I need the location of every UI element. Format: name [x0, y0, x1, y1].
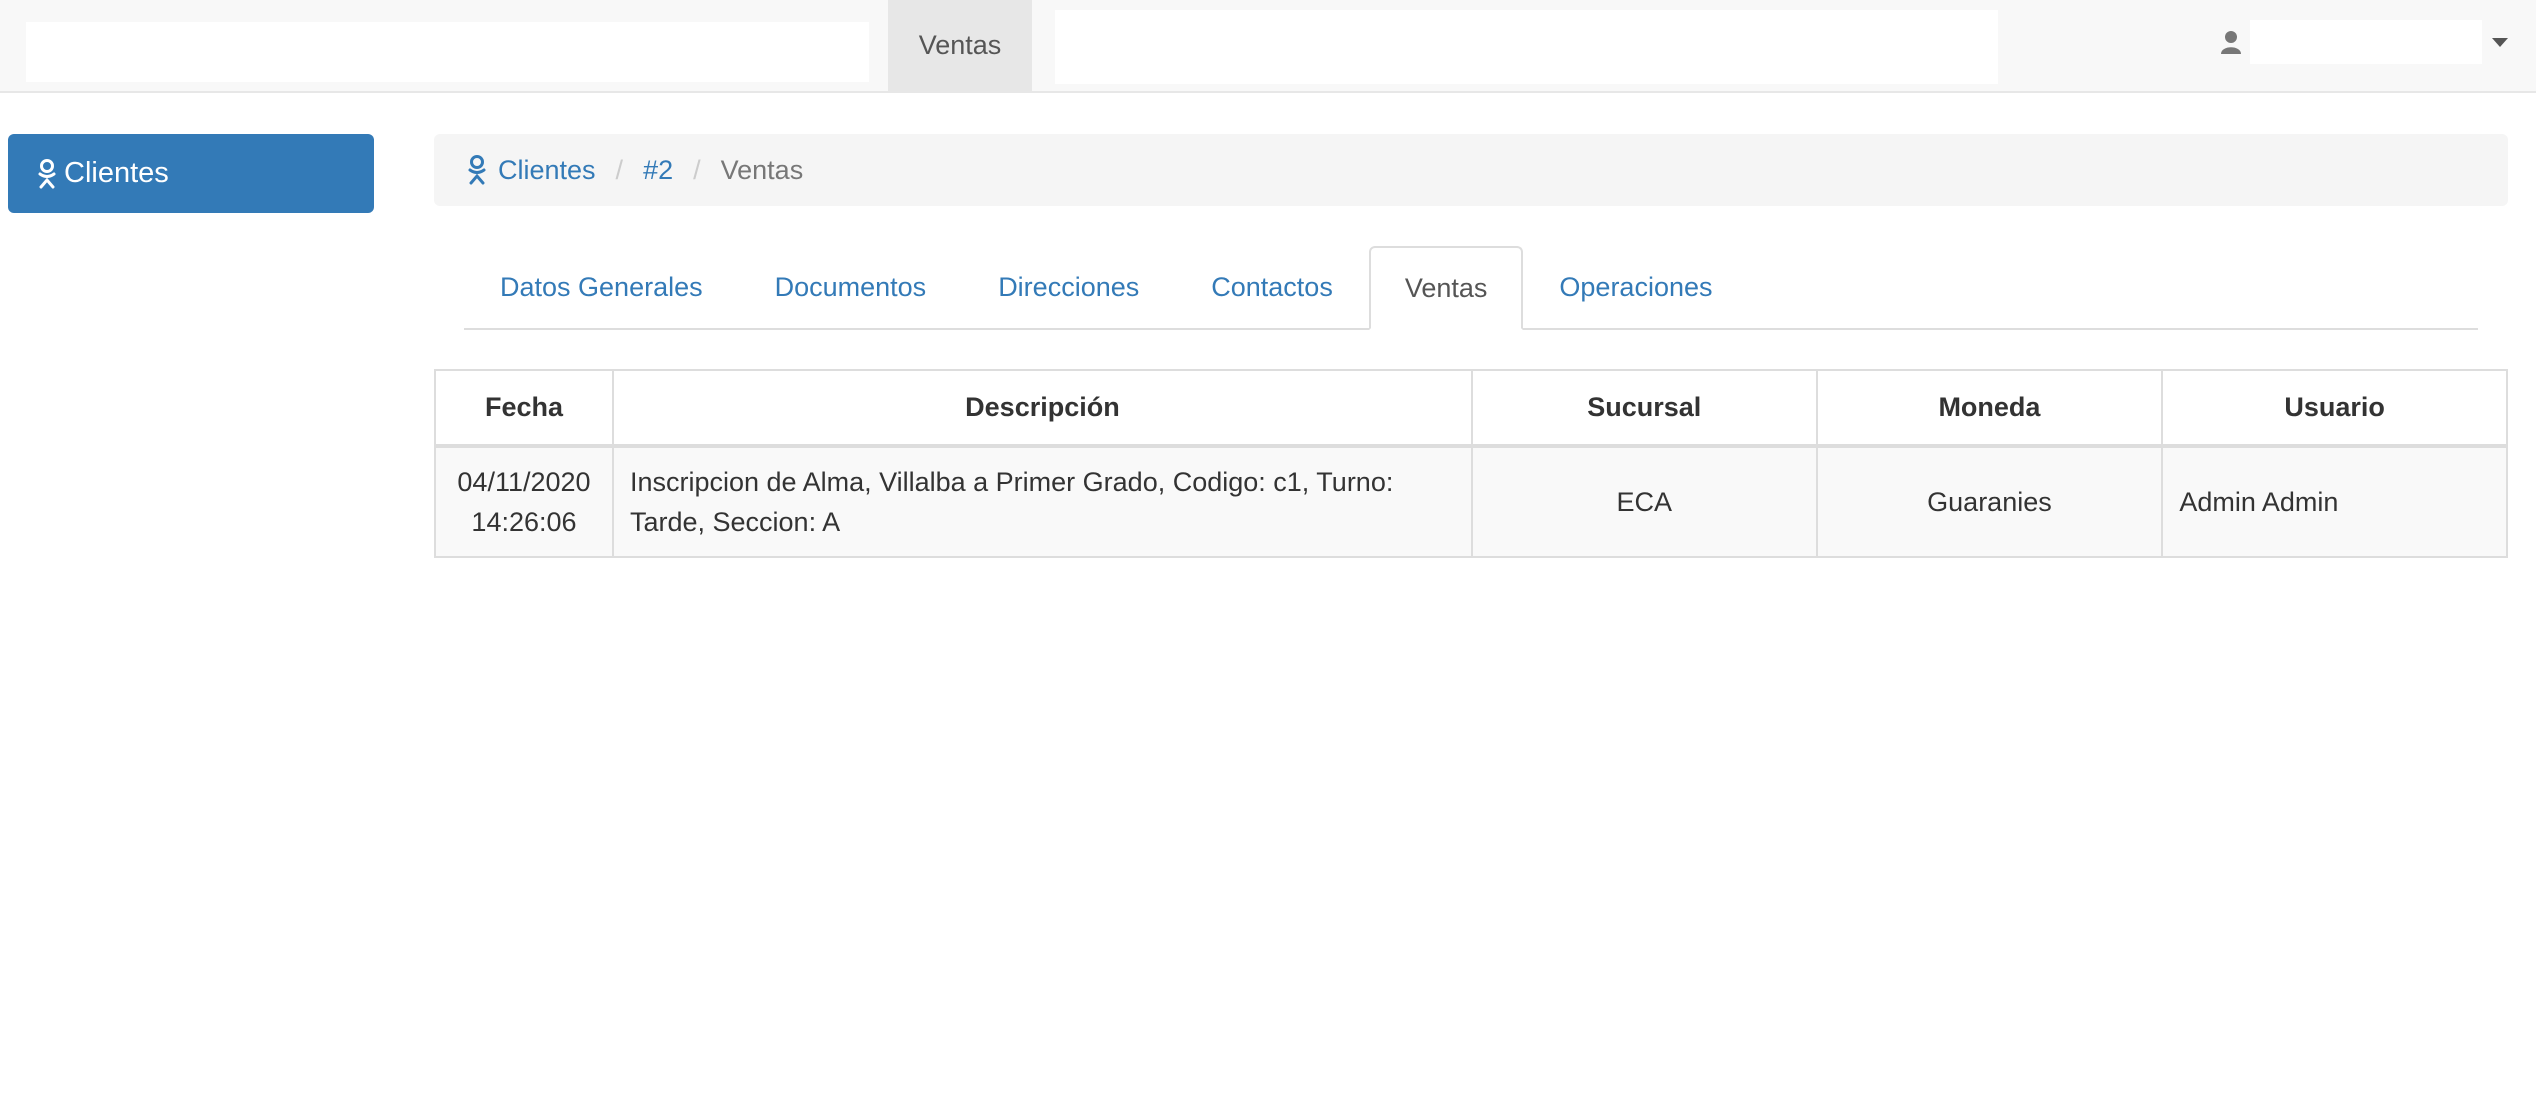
tab-operaciones[interactable]: Operaciones — [1523, 246, 1748, 328]
tab-ventas[interactable]: Ventas — [1368, 246, 1524, 330]
cell-usuario: Admin Admin — [2161, 445, 2508, 558]
cell-sucursal: ECA — [1470, 445, 1818, 558]
cell-descripcion: Inscripcion de Alma, Villalba a Primer G… — [611, 445, 1473, 558]
chevron-down-icon — [2492, 37, 2508, 47]
cell-fecha: 04/11/2020 14:26:06 — [434, 445, 614, 558]
breadcrumb-client-id-link[interactable]: #2 — [643, 155, 673, 186]
column-header-usuario: Usuario — [2161, 369, 2508, 448]
column-header-sucursal: Sucursal — [1470, 369, 1818, 448]
cell-moneda: Guaranies — [1815, 445, 2164, 558]
sidebar-item-label: Clientes — [64, 157, 169, 189]
column-header-moneda: Moneda — [1815, 369, 2164, 448]
column-header-fecha: Fecha — [434, 369, 614, 448]
breadcrumb-clientes-link[interactable]: Clientes — [498, 155, 596, 186]
user-name — [2250, 20, 2482, 64]
column-header-descripcion: Descripción — [611, 369, 1473, 448]
cell-fecha-date: 04/11/2020 — [457, 467, 591, 497]
table-header-row: Fecha Descripción Sucursal Moneda Usuari… — [434, 369, 2508, 448]
client-tabs: Datos Generales Documentos Direcciones C… — [464, 246, 2478, 330]
sales-table: Fecha Descripción Sucursal Moneda Usuari… — [434, 369, 2508, 558]
brand-area[interactable] — [26, 22, 869, 82]
user-icon — [2221, 31, 2241, 54]
breadcrumb: Clientes / #2 / Ventas — [434, 134, 2508, 206]
sidebar-item-clientes[interactable]: Clientes — [8, 134, 374, 213]
cell-fecha-time: 14:26:06 — [471, 507, 577, 537]
odnoklassniki-icon — [468, 155, 486, 185]
odnoklassniki-icon — [38, 158, 56, 188]
top-navbar: Ventas — [0, 0, 2536, 93]
user-menu[interactable] — [2220, 18, 2520, 66]
tab-contactos[interactable]: Contactos — [1175, 246, 1369, 328]
nav-item-label: Ventas — [918, 30, 1002, 60]
tab-direcciones[interactable]: Direcciones — [962, 246, 1175, 328]
tab-datos-generales[interactable]: Datos Generales — [464, 246, 739, 328]
breadcrumb-separator: / — [615, 154, 624, 185]
nav-item-ventas[interactable]: Ventas — [888, 0, 1032, 91]
table-row[interactable]: 04/11/2020 14:26:06 Inscripcion de Alma,… — [434, 445, 2508, 558]
nav-search-area[interactable] — [1055, 10, 1998, 84]
breadcrumb-separator: / — [693, 154, 701, 185]
breadcrumb-current: Ventas — [720, 154, 804, 185]
tab-documentos[interactable]: Documentos — [739, 246, 963, 328]
